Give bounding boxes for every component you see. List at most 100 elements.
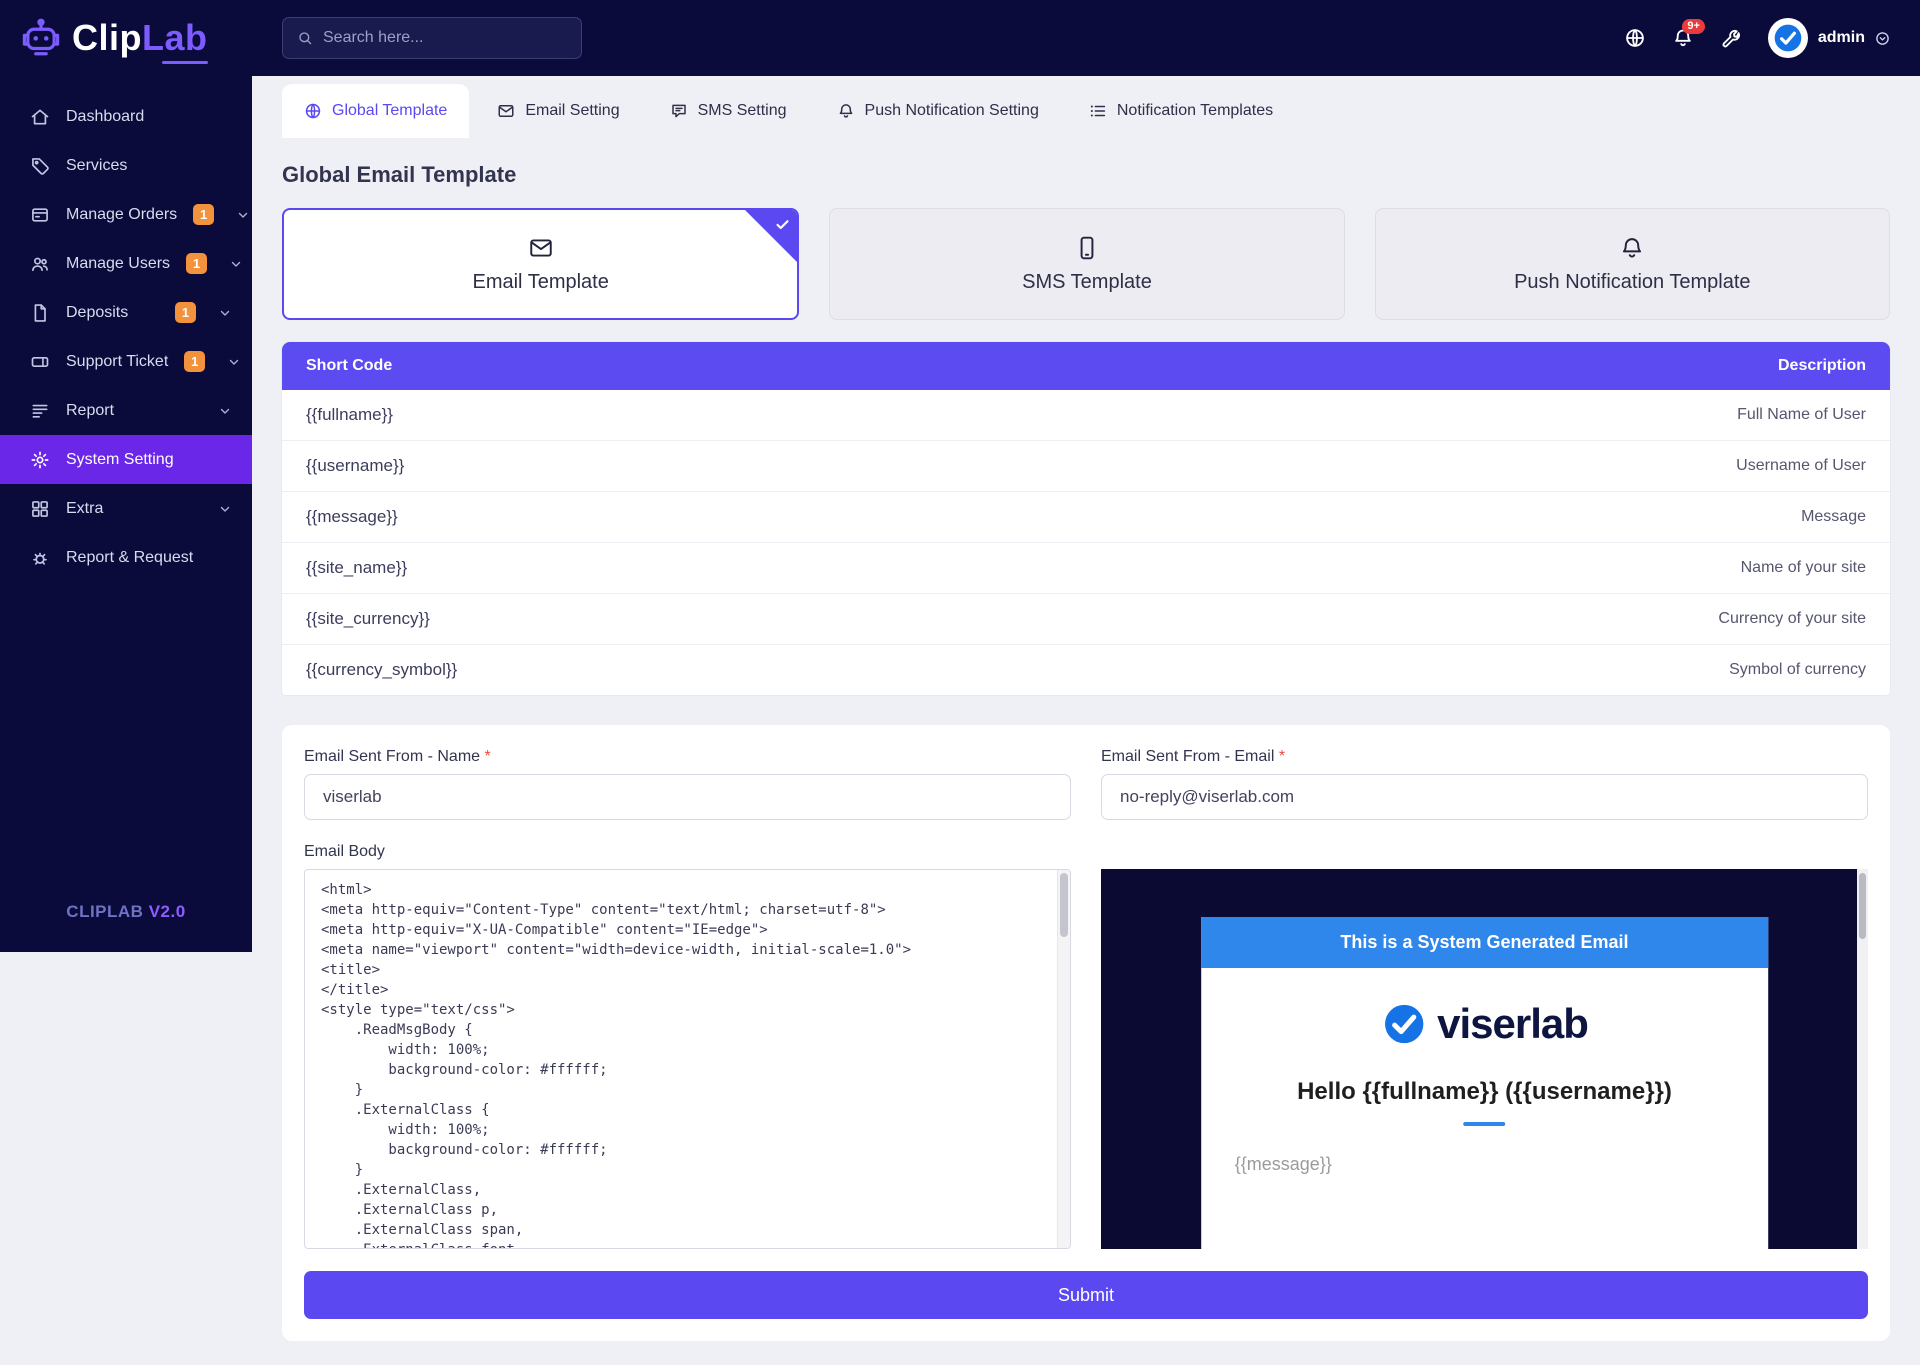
shortcode-table: Short Code Description {{fullname}} Full… [282,342,1890,695]
tab-label: Email Setting [525,102,619,120]
sidebar-item-label: Dashboard [66,108,232,126]
card-label: SMS Template [1022,271,1152,294]
editor-scrollbar[interactable] [1057,870,1070,1248]
page-title: Global Email Template [282,162,1890,188]
chevron-down-icon [1875,31,1890,46]
email-preview-panel: This is a System Generated Email viserla… [1101,869,1868,1249]
sent-from-name-input[interactable] [304,774,1071,820]
email-body-editor: <html> <meta http-equiv="Content-Type" c… [304,869,1071,1249]
card-email-template[interactable]: Email Template [282,208,799,320]
shortcode-value: {{message}} [306,507,398,527]
sidebar-item-dashboard[interactable]: Dashboard [0,92,252,141]
chat-icon [670,102,688,120]
shortcode-description: Message [1801,508,1866,526]
email-preview-column: This is a System Generated Email viserla… [1101,842,1868,1249]
submit-button[interactable]: Submit [304,1271,1868,1319]
card-sms-template[interactable]: SMS Template [829,208,1344,320]
search-box [282,17,582,59]
sidebar-item-label: System Setting [66,451,232,469]
viserlab-mark-icon [1381,1001,1427,1047]
settings-tabs: Global Template Email Setting SMS Settin… [252,76,1920,138]
brand-logo[interactable]: ClipLab [0,0,252,76]
globe-icon [304,102,322,120]
column-header-short-code: Short Code [306,357,392,375]
count-badge: 1 [175,302,196,323]
email-body-label: Email Body [304,842,1071,861]
field-label: Email Sent From - Email * [1101,747,1868,766]
sidebar-item-report-and-request[interactable]: Report & Request [0,533,252,582]
list-icon [1089,102,1107,120]
sidebar-item-manage-users[interactable]: Manage Users 1 [0,239,252,288]
editor-scrollbar-thumb[interactable] [1060,873,1068,937]
count-badge: 1 [186,253,207,274]
sent-from-email-input[interactable] [1101,774,1868,820]
tab-global-template[interactable]: Global Template [282,84,469,138]
required-mark: * [1279,748,1285,765]
table-row: {{username}} Username of User [282,441,1890,492]
bell-icon[interactable]: 9+ [1672,27,1694,49]
sidebar-item-label: Services [66,157,232,175]
orders-icon [30,205,50,225]
preview-scrollbar-thumb[interactable] [1859,873,1866,939]
user-menu[interactable]: admin [1768,18,1890,58]
sidebar-item-report[interactable]: Report [0,386,252,435]
sidebar-item-support-ticket[interactable]: Support Ticket 1 [0,337,252,386]
chevron-down-icon [227,355,241,369]
email-body-column: Email Body <html> <meta http-equiv="Cont… [304,842,1071,1249]
count-badge: 1 [193,204,214,225]
sidebar-item-label: Deposits [66,304,159,322]
globe-icon[interactable] [1624,27,1646,49]
table-row: {{message}} Message [282,492,1890,543]
main-area: 9+ admin Global Template Email Setting [252,0,1920,1365]
required-mark: * [485,748,491,765]
table-row: {{site_name}} Name of your site [282,543,1890,594]
sidebar-item-deposits[interactable]: Deposits 1 [0,288,252,337]
email-body-code[interactable]: <html> <meta http-equiv="Content-Type" c… [305,870,1070,1249]
sidebar-item-manage-orders[interactable]: Manage Orders 1 [0,190,252,239]
logo-underline [162,61,208,64]
preview-message: {{message}} [1235,1154,1735,1175]
template-type-cards: Email Template SMS Template Push Notific… [282,208,1890,320]
card-push-notification-template[interactable]: Push Notification Template [1375,208,1890,320]
tab-email-setting[interactable]: Email Setting [475,84,641,138]
table-row: {{fullname}} Full Name of User [282,390,1890,441]
smartphone-icon [1074,235,1100,261]
search-input[interactable] [323,29,567,47]
brand-name-secondary: Lab [142,17,208,58]
topbar: 9+ admin [252,0,1920,76]
sidebar-version: CLIPLAB V2.0 [0,874,252,952]
file-icon [30,303,50,323]
preview-divider [1463,1122,1505,1126]
shortcode-description: Name of your site [1741,559,1866,577]
shortcode-value: {{site_currency}} [306,609,430,629]
users-icon [30,254,50,274]
preview-greeting: Hello {{fullname}} ({{username}}) [1201,1078,1769,1106]
sent-from-name-field-group: Email Sent From - Name * [304,747,1071,820]
field-label: Email Sent From - Name * [304,747,1071,766]
count-badge: 1 [184,351,205,372]
sidebar-item-label: Report [66,402,202,420]
shortcode-description: Username of User [1736,457,1866,475]
shortcode-table-header: Short Code Description [282,342,1890,390]
sidebar-item-services[interactable]: Services [0,141,252,190]
chevron-down-icon [218,306,232,320]
tab-sms-setting[interactable]: SMS Setting [648,84,809,138]
bell-icon [837,102,855,120]
preview-scrollbar[interactable] [1857,869,1868,1249]
wrench-icon[interactable] [1720,27,1742,49]
brand-name: ClipLab [72,20,208,56]
shortcode-description: Full Name of User [1737,406,1866,424]
sidebar-item-extra[interactable]: Extra [0,484,252,533]
sidebar-item-system-setting[interactable]: System Setting [0,435,252,484]
shortcode-value: {{currency_symbol}} [306,660,457,680]
shortcode-description: Currency of your site [1718,610,1866,628]
envelope-icon [497,102,515,120]
chevron-down-icon [218,404,232,418]
home-icon [30,107,50,127]
bell-icon [1619,235,1645,261]
shortcode-value: {{username}} [306,456,404,476]
preview-logo: viserlab [1201,1000,1769,1048]
tab-push-notification-setting[interactable]: Push Notification Setting [815,84,1061,138]
column-header-description: Description [1778,357,1866,375]
tab-notification-templates[interactable]: Notification Templates [1067,84,1295,138]
